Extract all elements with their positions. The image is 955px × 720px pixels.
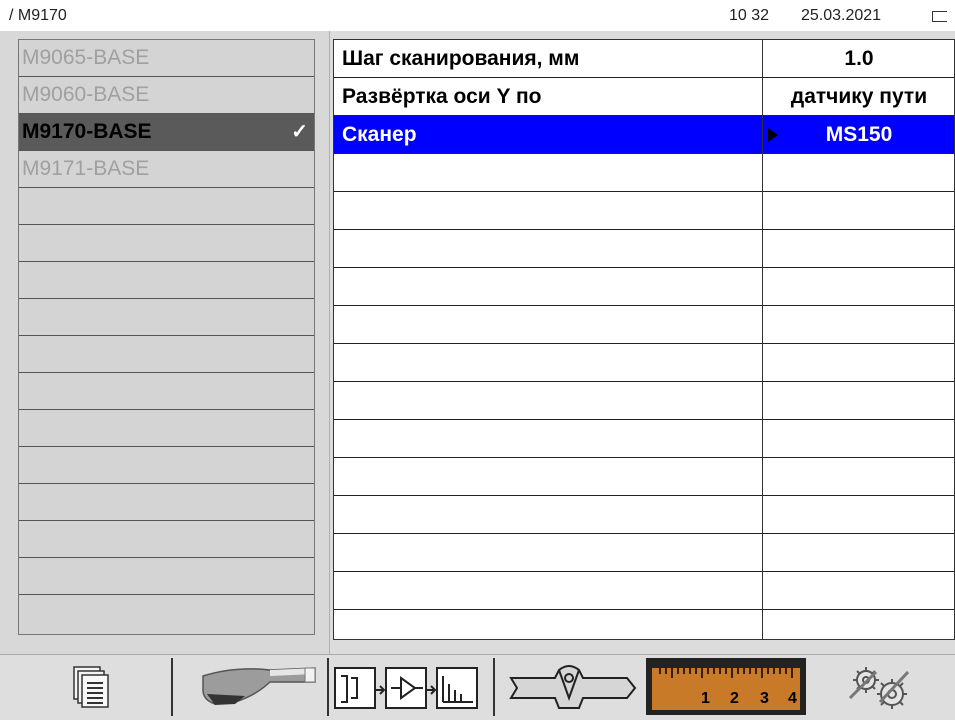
ruler-label: 1	[701, 690, 710, 707]
profile-empty-row[interactable]	[19, 595, 314, 632]
param-value[interactable]: MS150	[764, 123, 954, 147]
weld-joint-button[interactable]	[497, 658, 642, 715]
profile-panel: M9065-BASE M9060-BASE M9170-BASE ✓ M9171…	[0, 31, 330, 654]
profile-empty-row[interactable]	[19, 299, 314, 336]
param-empty-row[interactable]	[334, 268, 954, 306]
param-empty-row[interactable]	[334, 572, 954, 610]
parameter-panel: Шаг сканирования, мм 1.0 Развёртка оси Y…	[330, 31, 955, 654]
signal-chain-icon	[334, 667, 478, 709]
probe-button[interactable]	[175, 658, 325, 715]
profile-empty-row[interactable]	[19, 484, 314, 521]
param-empty-row[interactable]	[334, 458, 954, 496]
profile-label: M9170-BASE	[22, 120, 152, 143]
ruler-icon: 1 2 3 4	[652, 668, 800, 710]
ruler-label: 4	[788, 690, 797, 707]
checkmark-icon: ✓	[291, 121, 308, 143]
settings-button[interactable]	[810, 658, 950, 715]
profile-empty-row[interactable]	[19, 558, 314, 595]
profile-item-m9060[interactable]: M9060-BASE	[19, 77, 314, 114]
profile-label: M9060-BASE	[22, 83, 150, 106]
param-row-scan-step[interactable]: Шаг сканирования, мм 1.0	[334, 40, 954, 78]
probe-icon	[202, 667, 316, 705]
column-divider	[762, 40, 763, 639]
profile-label: M9171-BASE	[22, 157, 150, 180]
param-value[interactable]: 1.0	[764, 47, 954, 71]
param-empty-row[interactable]	[334, 496, 954, 534]
toolbar-separator	[327, 658, 329, 716]
toolbar-separator	[171, 658, 173, 716]
profile-empty-row[interactable]	[19, 225, 314, 262]
settings-gears-icon	[848, 667, 910, 709]
profile-item-m9065[interactable]: M9065-BASE	[19, 40, 314, 77]
documents-button[interactable]	[8, 658, 168, 715]
status-bar: / M9170 10 32 25.03.2021	[0, 0, 955, 32]
param-empty-row[interactable]	[334, 230, 954, 268]
profile-empty-row[interactable]	[19, 373, 314, 410]
param-name: Сканер	[342, 123, 417, 146]
param-empty-row[interactable]	[334, 344, 954, 382]
param-empty-row[interactable]	[334, 420, 954, 458]
documents-icon	[73, 666, 109, 708]
profile-label: M9065-BASE	[22, 46, 150, 69]
profile-item-m9170[interactable]: M9170-BASE ✓	[19, 114, 314, 151]
profile-empty-row[interactable]	[19, 521, 314, 558]
clock-time: 10 32	[729, 7, 770, 24]
profile-empty-row[interactable]	[19, 447, 314, 484]
profile-empty-row[interactable]	[19, 410, 314, 447]
profile-empty-row[interactable]	[19, 336, 314, 373]
param-empty-row[interactable]	[334, 154, 954, 192]
toolbar-separator	[493, 658, 495, 716]
breadcrumb: / M9170	[9, 7, 67, 24]
signal-chain-button[interactable]	[331, 658, 491, 715]
param-empty-row[interactable]	[334, 382, 954, 420]
parameter-table: Шаг сканирования, мм 1.0 Развёртка оси Y…	[333, 39, 955, 640]
param-value[interactable]: датчику пути	[764, 85, 954, 109]
param-empty-row[interactable]	[334, 192, 954, 230]
clock-date: 25.03.2021	[801, 7, 882, 24]
ruler-label: 3	[760, 690, 769, 707]
param-row-y-axis[interactable]: Развёртка оси Y по датчику пути	[334, 78, 954, 116]
profile-empty-row[interactable]	[19, 188, 314, 225]
param-empty-row[interactable]	[334, 534, 954, 572]
param-empty-row[interactable]	[334, 610, 954, 639]
param-row-scanner[interactable]: Сканер MS150	[334, 116, 954, 154]
battery-icon	[932, 11, 947, 22]
param-empty-row[interactable]	[334, 306, 954, 344]
bottom-toolbar: 1 2 3 4	[0, 654, 955, 720]
profile-empty-row[interactable]	[19, 262, 314, 299]
ruler-label: 2	[730, 690, 739, 707]
weld-joint-icon	[509, 665, 637, 709]
ruler-button[interactable]: 1 2 3 4	[646, 658, 806, 715]
param-name: Развёртка оси Y по	[342, 85, 542, 108]
profile-list[interactable]: M9065-BASE M9060-BASE M9170-BASE ✓ M9171…	[18, 39, 315, 635]
profile-item-m9171[interactable]: M9171-BASE	[19, 151, 314, 188]
param-name: Шаг сканирования, мм	[342, 47, 580, 70]
